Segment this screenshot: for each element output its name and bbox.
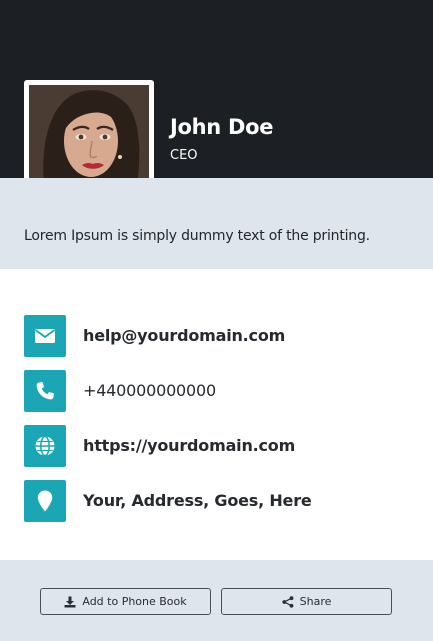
phone-icon — [24, 370, 66, 412]
profile-role: CEO — [170, 148, 198, 163]
share-icon — [282, 595, 294, 608]
contact-email-text: help@yourdomain.com — [83, 326, 286, 345]
profile-name: John Doe — [170, 115, 274, 139]
contact-address[interactable]: Your, Address, Goes, Here — [24, 480, 424, 522]
contact-phone-text: +440000000000 — [83, 381, 216, 400]
add-to-phone-book-button[interactable]: Add to Phone Book — [40, 588, 211, 615]
contact-list: help@yourdomain.com +440000000000 https:… — [0, 269, 433, 560]
contact-website-text: https://yourdomain.com — [83, 436, 296, 455]
bio-section: Lorem Ipsum is simply dummy text of the … — [0, 178, 433, 269]
contact-address-text: Your, Address, Goes, Here — [83, 491, 312, 510]
add-to-phone-book-label: Add to Phone Book — [82, 595, 187, 608]
action-bar: Add to Phone Book Share — [0, 560, 433, 641]
contact-email[interactable]: help@yourdomain.com — [24, 315, 424, 357]
globe-icon — [24, 425, 66, 467]
map-marker-icon — [24, 480, 66, 522]
contact-website[interactable]: https://yourdomain.com — [24, 425, 424, 467]
contact-card: John Doe CEO Lorem Ipsum is simply dummy… — [0, 0, 433, 641]
share-label: Share — [299, 595, 332, 608]
share-button[interactable]: Share — [221, 588, 392, 615]
download-icon — [64, 596, 76, 608]
envelope-icon — [24, 315, 66, 357]
contact-phone[interactable]: +440000000000 — [24, 370, 424, 412]
profile-bio: Lorem Ipsum is simply dummy text of the … — [24, 228, 370, 244]
